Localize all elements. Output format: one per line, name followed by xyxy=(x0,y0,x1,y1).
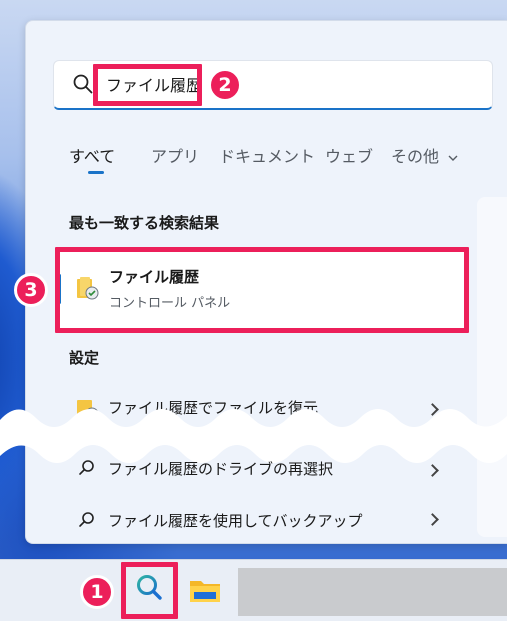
tab-documents[interactable]: ドキュメント xyxy=(219,143,315,167)
search-icon xyxy=(73,74,93,94)
tab-more-label: その他 xyxy=(391,147,440,166)
highlight-box-taskbar-search xyxy=(121,562,178,619)
tab-active-indicator xyxy=(88,171,104,174)
tab-apps[interactable]: アプリ xyxy=(151,143,199,167)
chevron-down-icon xyxy=(448,155,458,161)
settings-item-label: ファイル履歴のドライブの再選択 xyxy=(108,460,334,478)
step-badge-2: 2 xyxy=(208,68,242,102)
tab-more[interactable]: その他 xyxy=(391,143,459,167)
best-match-heading: 最も一致する検索結果 xyxy=(69,214,220,232)
highlight-box-result xyxy=(55,247,469,333)
step-badge-3: 3 xyxy=(14,273,48,307)
settings-item-label: ファイル履歴を使用してバックアップ xyxy=(108,512,363,530)
search-icon xyxy=(79,512,94,527)
step-badge-1: 1 xyxy=(80,575,114,609)
search-icon xyxy=(79,460,94,475)
taskbar-hidden-area xyxy=(238,568,507,616)
tab-web[interactable]: ウェブ xyxy=(325,143,373,167)
tab-all[interactable]: すべて xyxy=(69,143,115,167)
preview-pane xyxy=(477,197,507,537)
file-explorer-icon[interactable] xyxy=(188,575,222,605)
highlight-box-query xyxy=(93,64,202,106)
settings-heading: 設定 xyxy=(69,349,100,367)
